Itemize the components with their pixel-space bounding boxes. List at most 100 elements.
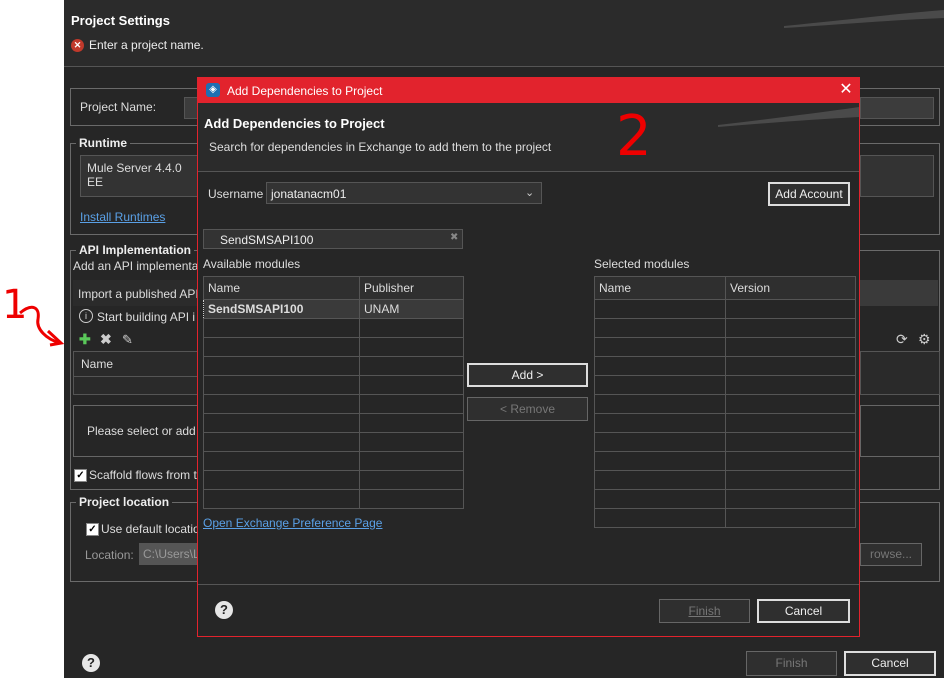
table-row[interactable]: [594, 508, 856, 528]
empty-cell: [725, 470, 856, 490]
table-row[interactable]: [203, 413, 464, 433]
location-input[interactable]: C:\Users\L: [139, 543, 200, 565]
table-row[interactable]: [203, 470, 464, 490]
module-publisher-cell[interactable]: UNAM: [359, 299, 464, 319]
table-row[interactable]: SendSMSAPI100 UNAM: [203, 299, 464, 319]
table-row[interactable]: [594, 470, 856, 490]
install-runtimes-link[interactable]: Install Runtimes: [80, 210, 165, 224]
table-row[interactable]: [594, 394, 856, 414]
api-message-box-end: [860, 405, 940, 457]
table-row[interactable]: [203, 489, 464, 509]
scaffold-checkbox[interactable]: ✓: [74, 469, 87, 482]
module-search-input[interactable]: SendSMSAPI100 ✖: [203, 229, 463, 249]
empty-cell: [203, 375, 360, 395]
project-name-input-end[interactable]: [860, 97, 934, 119]
use-default-checkbox[interactable]: ✓: [86, 523, 99, 536]
empty-cell: [359, 489, 464, 509]
table-row[interactable]: [594, 299, 856, 319]
available-modules-label: Available modules: [203, 257, 301, 271]
dialog-header: [198, 103, 859, 172]
api-table-name-header[interactable]: Name: [74, 352, 198, 377]
empty-cell: [594, 318, 726, 338]
table-row[interactable]: [594, 375, 856, 395]
table-row[interactable]: [594, 356, 856, 376]
browse-button[interactable]: rowse...: [860, 543, 922, 566]
wizard-header: [64, 0, 944, 67]
edit-icon[interactable]: ✎: [122, 332, 133, 348]
empty-cell: [725, 356, 856, 376]
column-header-version[interactable]: Version: [725, 276, 856, 300]
table-row[interactable]: [594, 413, 856, 433]
empty-cell: [725, 299, 856, 319]
annotation-step-2: 2: [616, 104, 652, 169]
api-table: Name: [73, 351, 199, 395]
table-row[interactable]: [203, 318, 464, 338]
settings-icon[interactable]: ⚙: [918, 331, 931, 348]
project-name-input[interactable]: [184, 97, 198, 119]
runtime-item[interactable]: Mule Server 4.4.0 EE: [81, 156, 198, 194]
empty-cell: [725, 508, 856, 528]
dialog-finish-button[interactable]: Finish: [659, 599, 750, 623]
empty-cell: [359, 432, 464, 452]
empty-cell: [594, 375, 726, 395]
close-icon[interactable]: ✕: [836, 80, 856, 100]
empty-cell: [594, 489, 726, 509]
available-modules-table: Name Publisher SendSMSAPI100 UNAM: [203, 276, 464, 509]
empty-cell: [594, 508, 726, 528]
empty-cell: [725, 451, 856, 471]
table-row[interactable]: [594, 432, 856, 452]
empty-cell: [725, 337, 856, 357]
table-row[interactable]: [594, 337, 856, 357]
dialog-window-title: Add Dependencies to Project: [227, 84, 383, 98]
wizard-cancel-button[interactable]: Cancel: [844, 651, 936, 676]
wizard-finish-button[interactable]: Finish: [746, 651, 837, 676]
start-building-text: Start building API i: [97, 310, 196, 324]
table-row[interactable]: [594, 489, 856, 509]
column-header-name[interactable]: Name: [203, 276, 360, 300]
app-icon: ◈: [206, 83, 220, 97]
add-account-button[interactable]: Add Account: [768, 182, 850, 206]
runtime-list[interactable]: Mule Server 4.4.0 EE: [80, 155, 199, 197]
add-icon[interactable]: ✚: [79, 331, 91, 348]
table-row[interactable]: [203, 375, 464, 395]
add-module-button[interactable]: Add >: [467, 363, 588, 387]
empty-cell: [725, 413, 856, 433]
api-description: Add an API implementati: [73, 259, 205, 273]
table-row[interactable]: [203, 356, 464, 376]
table-row[interactable]: [203, 451, 464, 471]
remove-icon[interactable]: ✖: [100, 331, 112, 348]
table-row[interactable]: [594, 451, 856, 471]
dialog-help-icon[interactable]: ?: [215, 601, 233, 619]
table-row[interactable]: [203, 432, 464, 452]
empty-cell: [359, 413, 464, 433]
remove-module-button[interactable]: < Remove: [467, 397, 588, 421]
dialog-header-subtitle: Search for dependencies in Exchange to a…: [209, 140, 552, 154]
empty-cell: [359, 451, 464, 471]
empty-cell: [359, 375, 464, 395]
refresh-icon[interactable]: ⟳: [896, 331, 908, 348]
username-select[interactable]: jonatanacm01 ⌄: [266, 182, 542, 204]
column-header-publisher[interactable]: Publisher: [359, 276, 464, 300]
clear-search-icon[interactable]: ✖: [450, 232, 458, 243]
empty-cell: [359, 394, 464, 414]
dialog-cancel-button[interactable]: Cancel: [757, 599, 850, 623]
exchange-preference-link[interactable]: Open Exchange Preference Page: [203, 516, 382, 530]
table-row[interactable]: [594, 318, 856, 338]
error-icon: ✕: [71, 39, 84, 52]
column-header-name[interactable]: Name: [594, 276, 726, 300]
api-group-title: API Implementation: [76, 243, 195, 257]
page-title: Project Settings: [71, 13, 170, 28]
empty-cell: [203, 318, 360, 338]
table-row[interactable]: [203, 337, 464, 357]
username-value: jonatanacm01: [271, 187, 347, 201]
empty-cell: [725, 375, 856, 395]
empty-cell: [203, 470, 360, 490]
use-default-label: Use default locatio: [101, 522, 200, 536]
help-icon[interactable]: ?: [82, 654, 100, 672]
chevron-down-icon[interactable]: ⌄: [525, 186, 534, 199]
empty-cell: [725, 318, 856, 338]
runtime-group-title: Runtime: [76, 136, 130, 150]
empty-cell: [203, 394, 360, 414]
module-name-cell[interactable]: SendSMSAPI100: [203, 299, 360, 319]
table-row[interactable]: [203, 394, 464, 414]
